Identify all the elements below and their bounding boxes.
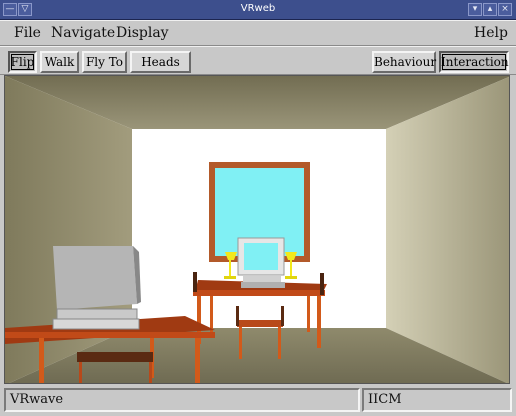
maximize-icon[interactable]: ▴	[483, 3, 497, 16]
menu-navigate[interactable]: Navigate	[51, 25, 115, 41]
interaction-button[interactable]: Interaction	[439, 51, 509, 73]
menu-bar: File Navigate Display Help	[0, 20, 516, 46]
front-monitor-base	[56, 308, 138, 320]
back-monitor-base	[243, 276, 281, 282]
fly-to-button[interactable]: Fly To	[82, 51, 127, 73]
front-table-edge	[5, 332, 215, 338]
back-table-leg	[317, 296, 321, 348]
chair-leg	[239, 327, 242, 359]
scene-canvas[interactable]	[5, 76, 510, 384]
front-chair-seat	[237, 320, 283, 327]
front-table-leg	[39, 338, 44, 383]
toolbar: Flip Walk Fly To Heads Up Behaviour Inte…	[0, 46, 516, 87]
front-computer-case	[52, 318, 140, 330]
back-monitor-screen	[244, 243, 278, 270]
status-right: IICM	[362, 388, 512, 412]
behaviour-button[interactable]: Behaviour	[372, 51, 436, 73]
status-left: VRwave	[4, 388, 360, 412]
front-table-leg	[195, 338, 200, 383]
title-bar[interactable]: — ▽ VRweb ▾ ▴ ×	[0, 0, 516, 20]
chair-back	[281, 306, 284, 326]
back-table-leg	[210, 296, 213, 332]
front-chair-seat	[77, 352, 153, 362]
heads-up-button[interactable]: Heads Up	[130, 51, 191, 87]
close-icon[interactable]: ×	[498, 3, 512, 16]
status-bar: VRwave IICM	[0, 386, 516, 416]
walk-button[interactable]: Walk	[40, 51, 79, 73]
chair-leg	[149, 362, 152, 383]
menu-file[interactable]: File	[14, 25, 41, 41]
window-title: VRweb	[240, 3, 276, 14]
menu-display[interactable]: Display	[116, 25, 169, 41]
chair-back	[236, 306, 239, 326]
chair-leg	[278, 327, 281, 359]
menu-help[interactable]: Help	[474, 25, 508, 41]
back-table-edge	[193, 290, 325, 296]
keyboard	[241, 282, 285, 288]
front-monitor	[53, 246, 137, 310]
flip-button[interactable]: Flip	[8, 51, 37, 73]
chair-back	[320, 273, 324, 295]
chair-back	[193, 272, 197, 292]
back-table-leg	[307, 296, 310, 332]
chair-leg	[79, 362, 82, 383]
3d-viewport[interactable]	[4, 75, 510, 384]
minimize-icon[interactable]: ▾	[468, 3, 482, 16]
